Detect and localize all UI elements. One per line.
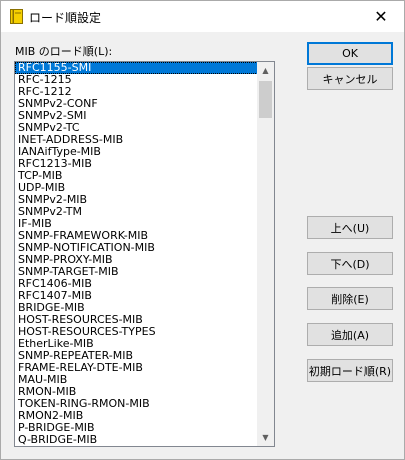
list-item[interactable]: Q-BRIDGE-MIB xyxy=(15,434,258,446)
list-items: RFC1155-SMI RFC-1215 RFC-1212 SNMPv2-CONF SN… xyxy=(15,62,258,446)
add-button[interactable]: 追加(A) xyxy=(307,323,393,346)
cancel-button[interactable]: キャンセル xyxy=(307,67,393,90)
move-down-button[interactable]: 下へ(D) xyxy=(307,252,393,275)
vertical-scrollbar[interactable]: ▲ ▼ xyxy=(257,62,274,446)
move-up-button[interactable]: 上へ(U) xyxy=(307,216,393,239)
scrollbar-thumb[interactable] xyxy=(259,81,272,118)
notebook-icon xyxy=(10,9,23,24)
load-order-dialog: ロード順設定 ✕ MIB のロード順(L): RFC1155-SMI RFC-12… xyxy=(0,0,405,460)
reset-load-order-button[interactable]: 初期ロード順(R) xyxy=(307,359,393,382)
delete-button[interactable]: 削除(E) xyxy=(307,287,393,310)
window-title: ロード順設定 xyxy=(29,11,102,25)
ok-button[interactable]: OK xyxy=(307,42,393,65)
scroll-down-arrow-icon[interactable]: ▼ xyxy=(257,429,274,446)
close-button[interactable]: ✕ xyxy=(358,1,404,32)
close-icon: ✕ xyxy=(374,7,388,26)
title-bar: ロード順設定 ✕ xyxy=(1,1,404,32)
mib-load-order-label: MIB のロード順(L): xyxy=(15,45,113,58)
scroll-up-arrow-icon[interactable]: ▲ xyxy=(257,62,274,79)
mib-load-order-list[interactable]: RFC1155-SMI RFC-1215 RFC-1212 SNMPv2-CONF SN… xyxy=(14,61,275,447)
